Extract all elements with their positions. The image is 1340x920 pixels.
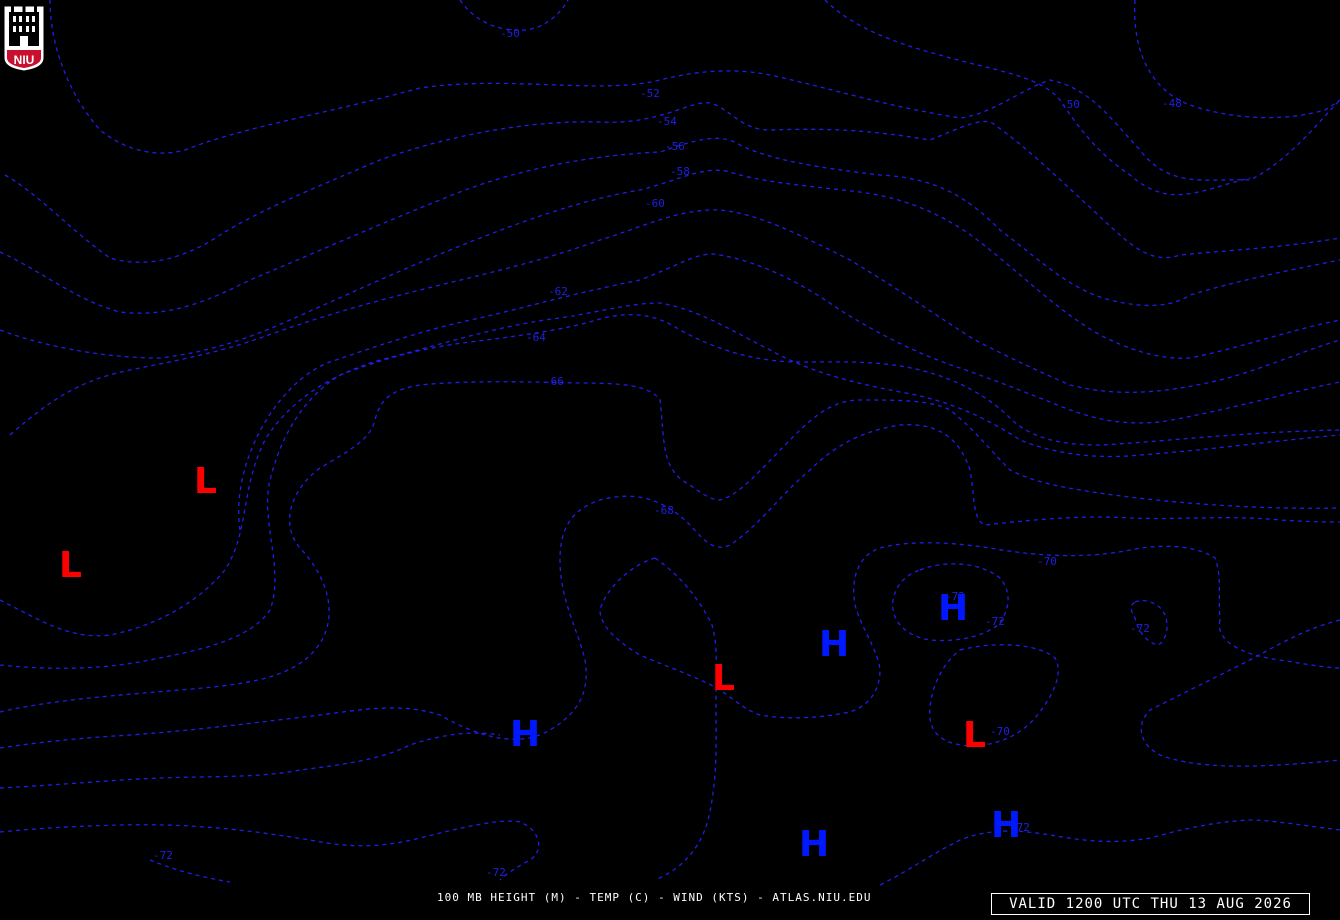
contour-label: -62 [548, 285, 568, 298]
weather-map: -50 -52 -54 -56 -58 -60 -62 -64 -66 -68 … [0, 0, 1340, 886]
contour-labels: -50 -52 -54 -56 -58 -60 -62 -64 -66 -68 … [153, 27, 1182, 879]
contour-label: -68 [654, 504, 674, 517]
logo-text: NIU [14, 53, 35, 67]
low-pressure-center: L [712, 658, 735, 699]
low-pressure-center: L [963, 715, 986, 756]
valid-time-box: VALID 1200 UTC THU 13 AUG 2026 [991, 893, 1310, 915]
contour-label: -72 [153, 849, 173, 862]
isotherm-line [0, 820, 540, 881]
high-pressure-center: H [799, 824, 829, 865]
contour-label: -58 [670, 165, 690, 178]
isotherm-line [49, 0, 1340, 181]
high-pressure-center: H [991, 805, 1021, 846]
isotherm-line [459, 0, 569, 31]
isotherm-contours [0, 0, 1340, 886]
contour-label: -66 [544, 375, 564, 388]
contour-label: -60 [645, 197, 665, 210]
contour-label: -72 [985, 615, 1005, 628]
isotherm-line [654, 557, 717, 881]
high-pressure-center: H [510, 714, 540, 755]
map-caption: 100 MB HEIGHT (M) - TEMP (C) - WIND (KTS… [437, 891, 872, 904]
isotherm-line [0, 169, 1340, 359]
low-pressure-center: L [59, 545, 82, 586]
contour-label: -48 [1162, 97, 1182, 110]
contour-label: -72 [486, 866, 506, 879]
contour-label: -70 [990, 725, 1010, 738]
contour-label: -64 [526, 331, 546, 344]
contour-label: -52 [640, 87, 660, 100]
isotherm-line [879, 819, 1340, 886]
isotherm-line [9, 209, 1340, 436]
contour-label: -50 [1060, 98, 1080, 111]
contour-label: -56 [665, 140, 685, 153]
contour-label: -70 [1037, 555, 1057, 568]
high-pressure-center: H [819, 624, 849, 665]
isotherm-line [599, 542, 1221, 719]
pressure-centers: L L L L H H H H H [59, 461, 1021, 865]
contour-label: -72 [1130, 622, 1150, 635]
high-pressure-center: H [938, 588, 968, 629]
isotherm-line [824, 0, 1251, 196]
isotherm-line [0, 381, 1340, 713]
contour-label: -50 [500, 27, 520, 40]
isotherm-line [0, 732, 501, 789]
isotherm-line [238, 253, 1340, 531]
isotherm-line [149, 859, 231, 883]
niu-logo: NIU [3, 3, 45, 72]
contour-label: -54 [657, 115, 677, 128]
isotherm-line [1140, 619, 1340, 767]
low-pressure-center: L [194, 461, 217, 502]
